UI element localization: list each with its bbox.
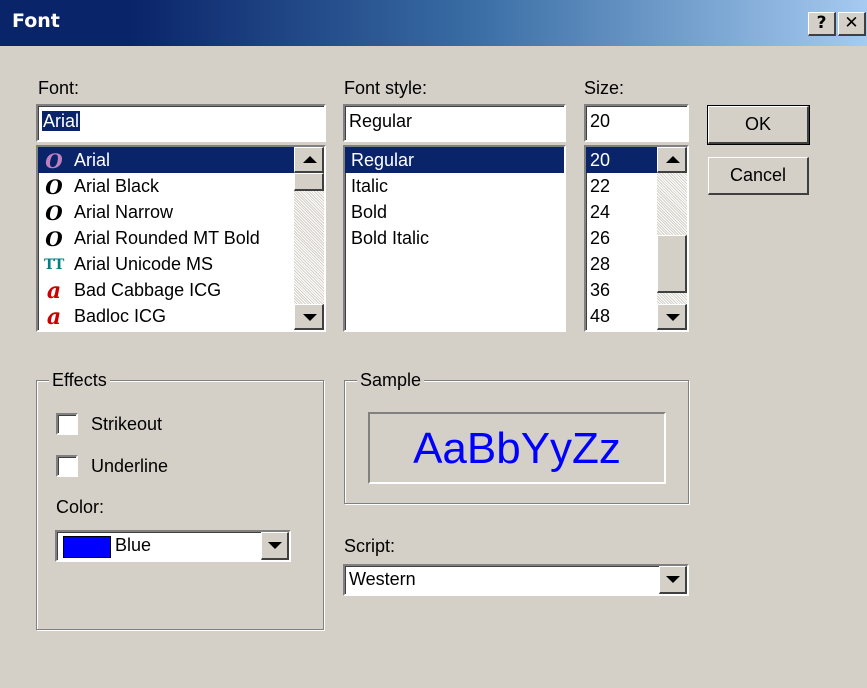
font-style-list-item[interactable]: Bold xyxy=(345,199,564,225)
effects-legend: Effects xyxy=(49,370,110,391)
arrow-up-icon xyxy=(666,156,680,163)
font-list-item[interactable]: O Arial Narrow xyxy=(38,199,294,225)
font-list-item[interactable]: TT Arial Unicode MS xyxy=(38,251,294,277)
script-label: Script: xyxy=(344,536,396,556)
font-style-label: Font style: xyxy=(344,78,428,98)
font-list-item[interactable]: O Arial Black xyxy=(38,173,294,199)
strikeout-checkbox[interactable] xyxy=(56,413,78,435)
size-list-item[interactable]: 24 xyxy=(586,199,657,225)
size-list-item[interactable]: 26 xyxy=(586,225,657,251)
font-style-list[interactable]: Regular Italic Bold Bold Italic xyxy=(343,145,566,332)
chevron-down-icon xyxy=(666,576,680,583)
help-icon: ? xyxy=(816,13,827,33)
size-list-item[interactable]: 36 xyxy=(586,277,657,303)
size-scroll-down-button[interactable] xyxy=(657,304,687,330)
cancel-button[interactable]: Cancel xyxy=(708,157,809,195)
opentype-font-icon: O xyxy=(45,175,63,200)
font-style-input[interactable]: Regular xyxy=(343,104,566,142)
size-list[interactable]: 20 22 24 26 28 36 48 xyxy=(584,145,689,332)
color-dropdown-button[interactable] xyxy=(261,532,289,560)
font-list-item-label: Arial Black xyxy=(74,176,160,196)
type1-font-icon: a xyxy=(46,304,62,331)
font-list-scrollbar[interactable] xyxy=(294,147,324,330)
font-list-item[interactable]: O Arial xyxy=(38,147,294,173)
font-scroll-thumb[interactable] xyxy=(294,173,324,191)
font-list-item[interactable]: O Arial Rounded MT Bold xyxy=(38,225,294,251)
script-select[interactable]: Western xyxy=(343,564,689,596)
color-value: Blue xyxy=(115,535,152,555)
font-label: Font: xyxy=(38,78,80,98)
sample-text: AaBbYyZz xyxy=(413,424,621,473)
color-swatch xyxy=(63,536,111,558)
font-style-list-item[interactable]: Bold Italic xyxy=(345,225,564,251)
font-style-list-item[interactable]: Regular xyxy=(345,147,564,173)
font-list-item[interactable]: a Bad Cabbage ICG xyxy=(38,277,294,305)
strikeout-label[interactable]: Strikeout xyxy=(91,414,162,435)
size-scroll-thumb[interactable] xyxy=(657,235,687,293)
size-list-scrollbar[interactable] xyxy=(657,147,687,330)
font-name-value: Arial xyxy=(42,111,81,131)
underline-checkbox[interactable] xyxy=(56,455,78,477)
size-input[interactable]: 20 xyxy=(584,104,689,142)
sample-legend: Sample xyxy=(357,370,425,391)
font-list-item-label: Bad Cabbage ICG xyxy=(74,280,222,300)
font-name-input[interactable]: Arial xyxy=(36,104,326,142)
dialog-title: Font xyxy=(12,10,60,32)
title-bar[interactable]: Font ? ✕ xyxy=(0,0,867,46)
font-list[interactable]: O Arial O Arial Black O Arial Narrow O Arial Ro… xyxy=(36,145,326,332)
help-button[interactable]: ? xyxy=(808,12,836,36)
chevron-down-icon xyxy=(268,542,282,549)
font-list-item-label: Arial Unicode MS xyxy=(74,254,214,274)
font-list-item-label: Arial xyxy=(74,150,111,170)
font-style-list-item[interactable]: Italic xyxy=(345,173,564,199)
arrow-up-icon xyxy=(303,156,317,163)
script-value: Western xyxy=(349,569,416,589)
ok-button[interactable]: OK xyxy=(707,105,810,145)
close-icon: ✕ xyxy=(844,13,859,33)
size-list-item[interactable]: 20 xyxy=(586,147,657,173)
size-scroll-up-button[interactable] xyxy=(657,147,687,173)
close-button[interactable]: ✕ xyxy=(838,12,866,36)
font-list-item[interactable]: a Badloc ICG xyxy=(38,303,294,331)
font-scroll-down-button[interactable] xyxy=(294,304,324,330)
font-scroll-up-button[interactable] xyxy=(294,147,324,173)
script-dropdown-button[interactable] xyxy=(659,566,687,594)
size-label: Size: xyxy=(584,78,625,98)
size-list-item[interactable]: 22 xyxy=(586,173,657,199)
truetype-font-icon: TT xyxy=(44,257,65,274)
color-select[interactable]: Blue xyxy=(55,530,291,562)
size-list-item[interactable]: 48 xyxy=(586,303,657,329)
size-value: 20 xyxy=(590,111,611,131)
arrow-down-icon xyxy=(666,314,680,321)
font-list-item-label: Arial Narrow xyxy=(74,202,174,222)
underline-label[interactable]: Underline xyxy=(91,456,168,477)
sample-preview: AaBbYyZz xyxy=(368,412,666,484)
type1-font-icon: a xyxy=(46,278,62,305)
font-style-value: Regular xyxy=(349,111,413,131)
font-list-item-label: Arial Rounded MT Bold xyxy=(74,228,260,248)
font-dialog: Font ? ✕ Font: Arial O Arial O Arial Black O… xyxy=(0,0,867,688)
arrow-down-icon xyxy=(303,314,317,321)
opentype-font-icon: O xyxy=(45,149,63,174)
font-list-item-label: Badloc ICG xyxy=(74,306,167,326)
opentype-font-icon: O xyxy=(45,201,63,226)
color-label: Color: xyxy=(56,497,105,517)
size-list-item[interactable]: 28 xyxy=(586,251,657,277)
opentype-font-icon: O xyxy=(45,227,63,252)
